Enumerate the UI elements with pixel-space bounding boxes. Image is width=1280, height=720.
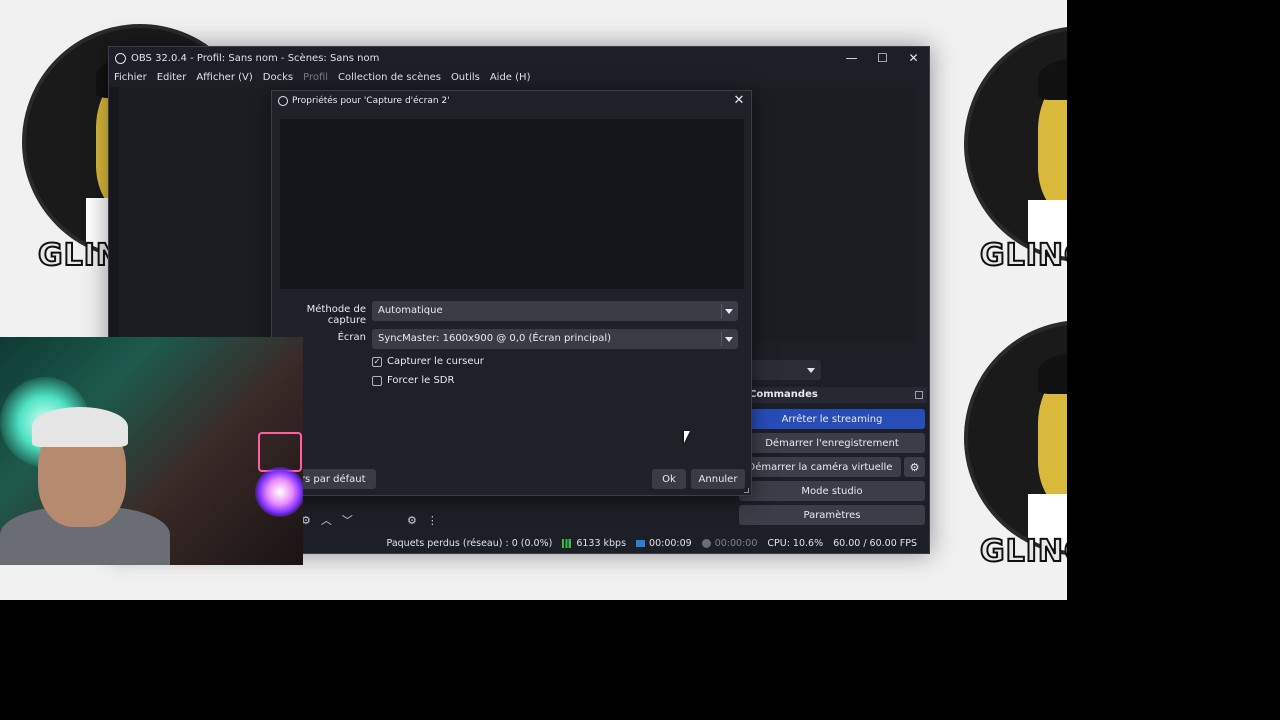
start-virtual-camera-button[interactable]: Démarrer la caméra virtuelle — [739, 457, 901, 477]
audio-mixer-toolbar: ⚙ ⋮ — [407, 509, 438, 531]
obs-titlebar[interactable]: OBS 32.0.4 - Profil: Sans nom - Scènes: … — [109, 47, 929, 69]
maximize-button[interactable]: ☐ — [867, 47, 898, 69]
gear-icon: ⚙ — [909, 460, 920, 474]
sources-toolbar: ⚙ ︿ ﹀ — [301, 509, 353, 531]
studio-mode-button[interactable]: Mode studio — [739, 481, 925, 501]
capture-cursor-checkbox[interactable]: ✓ Capturer le curseur — [372, 356, 484, 367]
undock-icon[interactable] — [915, 391, 923, 399]
settings-button[interactable]: Paramètres — [739, 505, 925, 525]
chevron-down-icon — [725, 309, 733, 314]
checkbox-unchecked-icon — [372, 375, 382, 386]
move-down-icon[interactable]: ﹀ — [342, 512, 353, 528]
controls-dock-title: Commandes — [737, 387, 927, 403]
record-icon — [701, 538, 711, 548]
obs-window-title: OBS 32.0.4 - Profil: Sans nom - Scènes: … — [131, 52, 380, 64]
cancel-button[interactable]: Annuler — [691, 469, 745, 489]
dropped-frames-status: Paquets perdus (réseau) : 0 (0.0%) — [386, 537, 553, 549]
menu-editer[interactable]: Editer — [157, 72, 187, 83]
dialog-titlebar[interactable]: Propriétés pour 'Capture d'écran 2' — [272, 91, 751, 111]
mixer-settings-gear-icon[interactable]: ⚙ — [407, 514, 417, 527]
signal-strength-icon — [562, 538, 574, 548]
menu-collection-scenes[interactable]: Collection de scènes — [338, 72, 441, 83]
checkbox-checked-icon: ✓ — [372, 356, 382, 367]
menu-fichier[interactable]: Fichier — [114, 72, 147, 83]
obs-logo-icon — [115, 52, 126, 64]
resize-grip-icon[interactable] — [744, 488, 749, 493]
ok-button[interactable]: Ok — [652, 469, 686, 489]
menu-aide[interactable]: Aide (H) — [490, 72, 531, 83]
menu-profil[interactable]: Profil — [303, 72, 328, 83]
cpu-status: CPU: 10.6% — [767, 537, 824, 549]
scene-dropdown[interactable] — [749, 360, 821, 380]
minimize-button[interactable]: — — [836, 47, 867, 69]
menu-afficher[interactable]: Afficher (V) — [196, 72, 252, 83]
capture-method-label: Méthode de capture — [306, 304, 366, 326]
screen-select[interactable]: SyncMaster: 1600x900 @ 0,0 (Écran princi… — [372, 329, 738, 349]
desktop-background: GLING GLING GLING OBS 32.0.4 - Profil: S… — [0, 0, 1067, 600]
stream-time-status: 00:00:09 — [636, 538, 692, 549]
logo-tile — [964, 26, 1067, 262]
streaming-icon — [636, 539, 646, 547]
properties-dialog: Propriétés pour 'Capture d'écran 2' ✕ Mé… — [271, 90, 752, 496]
chevron-down-icon — [807, 368, 815, 373]
virtual-camera-settings-button[interactable]: ⚙ — [904, 457, 925, 477]
move-up-icon[interactable]: ︿ — [321, 512, 332, 528]
fps-status: 60.00 / 60.00 FPS — [833, 537, 917, 549]
close-window-button[interactable]: ✕ — [898, 47, 929, 69]
chevron-down-icon — [725, 337, 733, 342]
force-sdr-checkbox[interactable]: Forcer le SDR — [372, 375, 454, 386]
dialog-preview — [280, 119, 744, 289]
start-recording-button[interactable]: Démarrer l'enregistrement — [739, 433, 925, 453]
brand-text: GLING — [979, 533, 1067, 570]
menu-bar: Fichier Editer Afficher (V) Docks Profil… — [109, 69, 929, 85]
brand-text: GLING — [979, 237, 1067, 274]
obs-logo-icon — [278, 96, 288, 106]
webcam-overlay — [0, 337, 303, 565]
menu-outils[interactable]: Outils — [451, 72, 480, 83]
bitrate-status: 6133 kbps — [562, 538, 626, 549]
logo-tile — [964, 320, 1067, 556]
record-time-status: 00:00:00 — [701, 538, 757, 549]
menu-docks[interactable]: Docks — [263, 72, 293, 83]
dialog-title: Propriétés pour 'Capture d'écran 2' — [292, 96, 450, 106]
mouse-cursor-icon — [684, 431, 690, 443]
capture-method-select[interactable]: Automatique — [372, 301, 738, 321]
window-controls: — ☐ ✕ — [836, 47, 929, 69]
dialog-close-button[interactable]: ✕ — [732, 93, 746, 108]
more-options-icon[interactable]: ⋮ — [427, 514, 438, 527]
stop-streaming-button[interactable]: Arrêter le streaming — [739, 409, 925, 429]
